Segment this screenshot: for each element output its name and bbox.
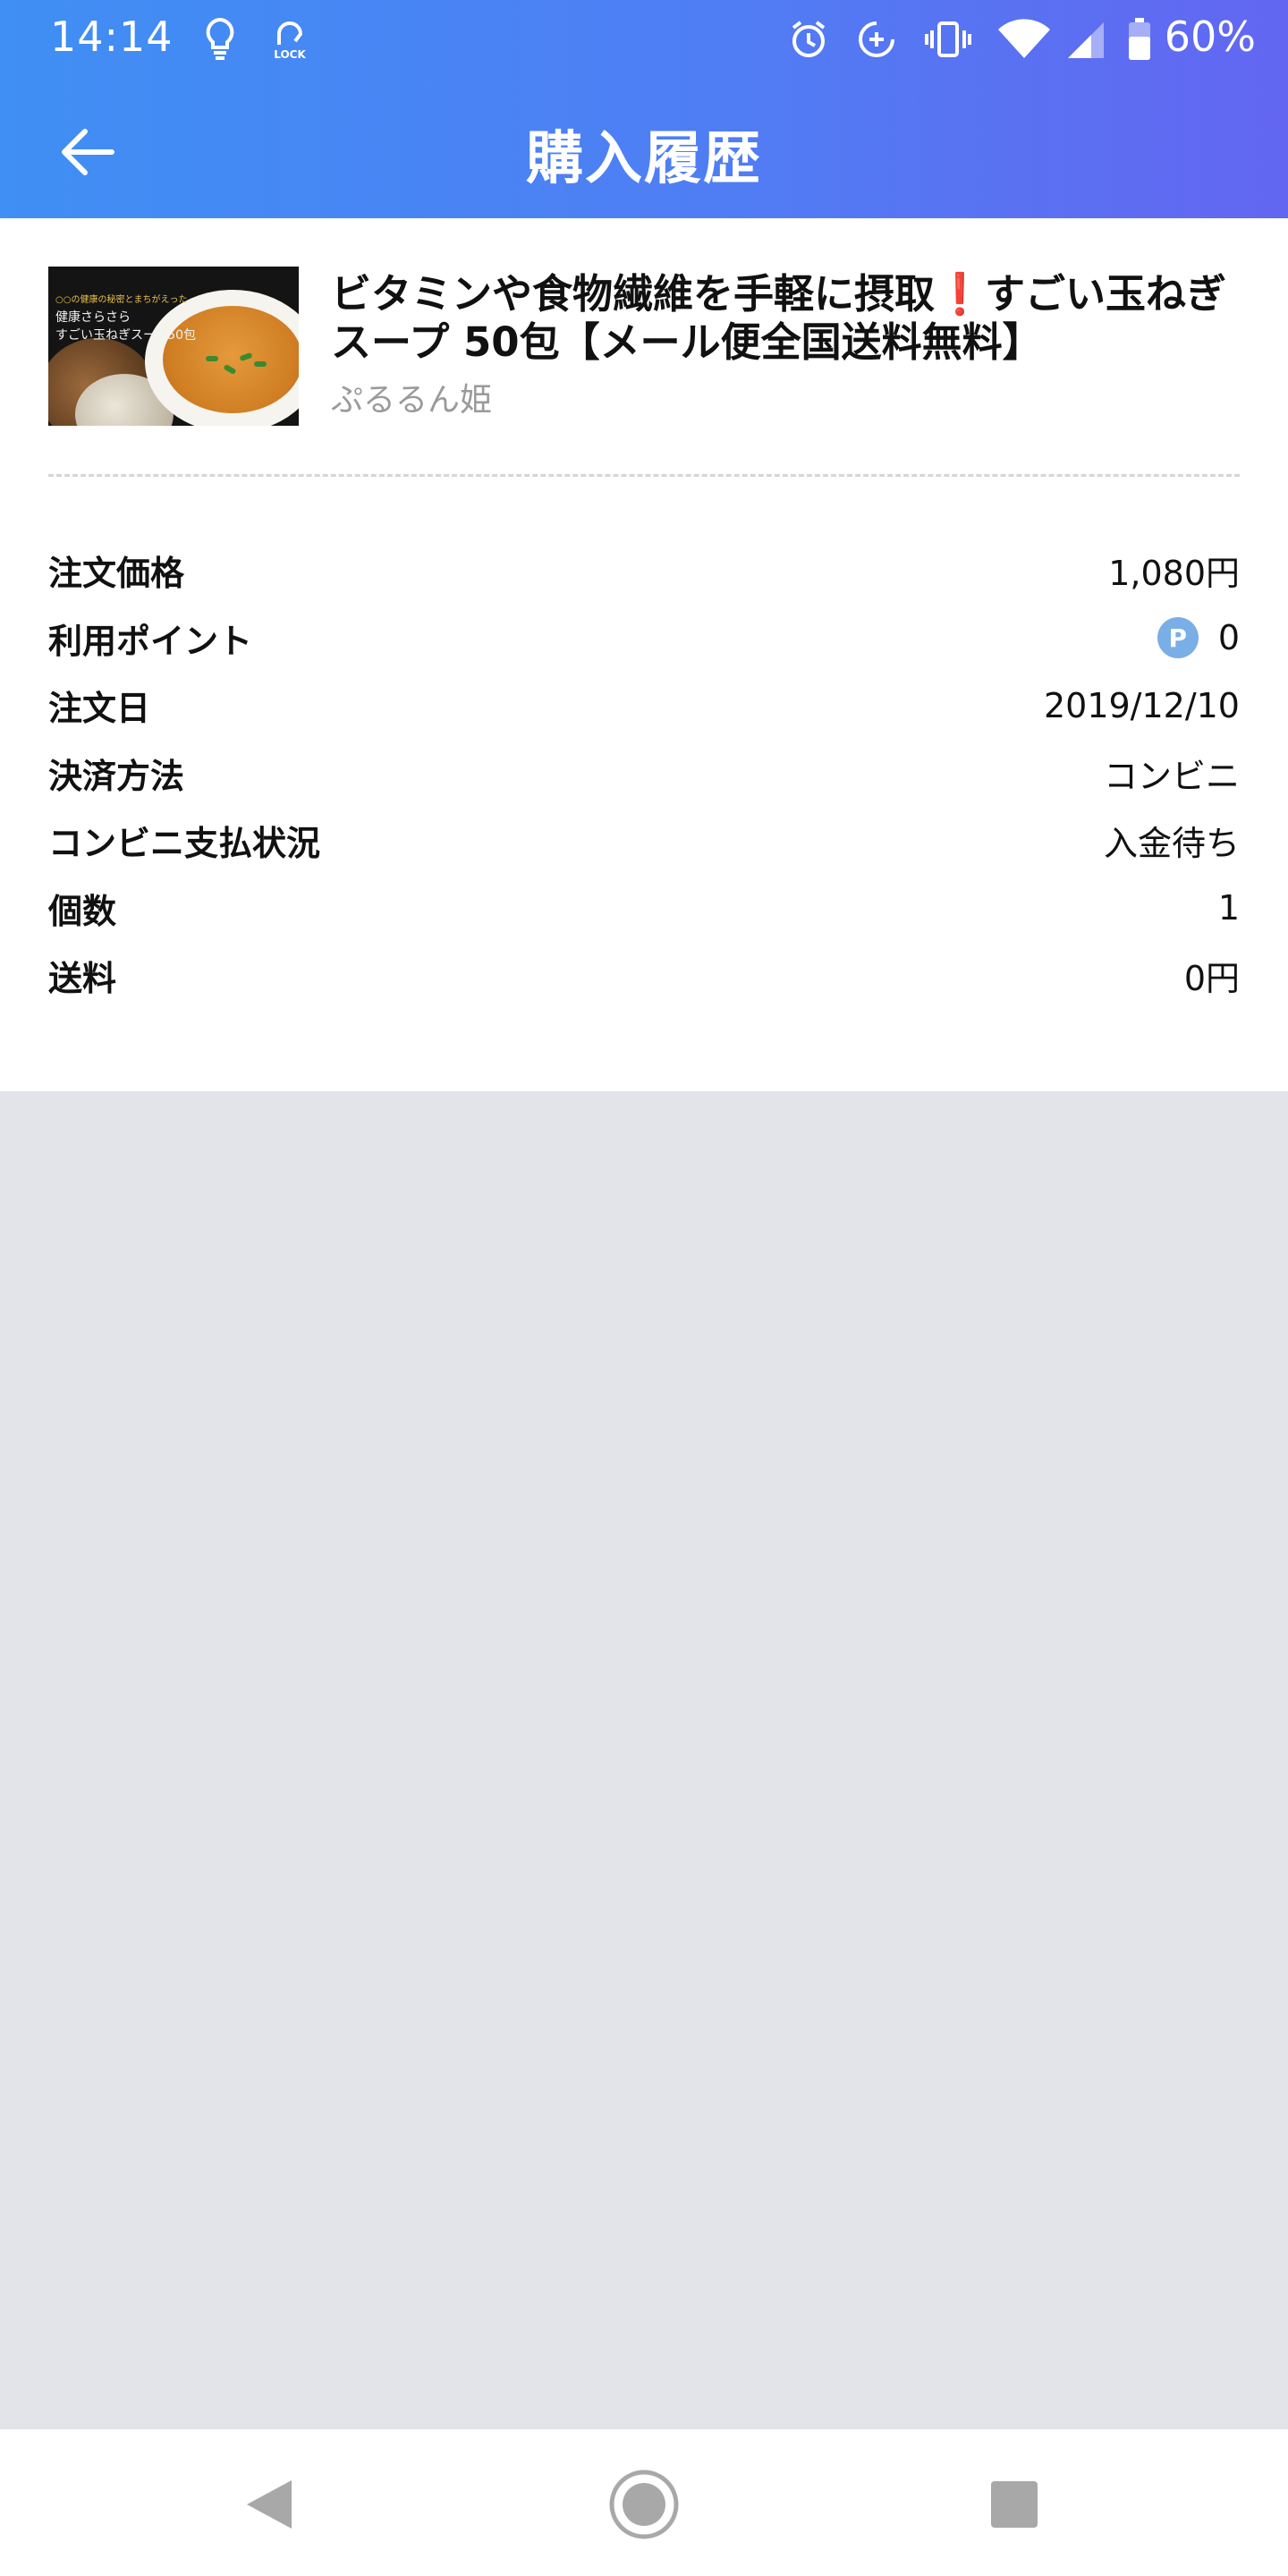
product-title[interactable]: ビタミンや食物繊維を手軽に摂取❗すごい玉ねぎスープ 50包【メール便全国送料無料… [331, 270, 1252, 367]
detail-row-order-price: 注文価格 1,080円 [48, 537, 1240, 605]
product-thumbnail[interactable]: ○○の健康の秘密とまちがえった 健康さらさら すごい玉ねぎスープ50包 [48, 267, 299, 426]
detail-value-wrapper: P 0 [1157, 617, 1240, 659]
back-triangle-icon [247, 2480, 292, 2529]
soup-shape [163, 306, 299, 413]
detail-value: 1 [1217, 888, 1240, 928]
status-bar: 14:14 LOCK 60% [0, 0, 1288, 79]
detail-row-order-date: 注文日 2019/12/10 [48, 672, 1240, 740]
lock-label: LOCK [274, 48, 306, 61]
detail-value: 0 [1217, 618, 1240, 658]
detail-label: 決済方法 [48, 756, 185, 796]
page-title: 購入履歴 [526, 126, 762, 192]
thumbnail-caption-2: 健康さらさら [55, 310, 131, 325]
thumbnail-caption-3: すごい玉ねぎスープ50包 [55, 328, 196, 343]
nav-back-button[interactable] [231, 2467, 306, 2542]
vibrate-icon [919, 14, 977, 64]
thumbnail-caption-1: ○○の健康の秘密とまちがえった [55, 295, 188, 305]
exclamation-icon: ❗ [935, 270, 986, 318]
home-circle-icon [609, 2470, 679, 2539]
detail-label: コンビニ支払状況 [48, 824, 321, 864]
detail-row-quantity: 個数 1 [48, 875, 1240, 943]
app-bar: 購入履歴 [0, 79, 1288, 218]
detail-row-points-used: 利用ポイント P 0 [48, 605, 1240, 673]
detail-value: 1,080円 [1108, 554, 1240, 594]
detail-label: 利用ポイント [48, 621, 253, 661]
detail-value: 入金待ち [1103, 824, 1240, 864]
detail-row-shipping-fee: 送料 0円 [48, 942, 1240, 1010]
herb-shape [254, 361, 267, 367]
order-details: 注文価格 1,080円 利用ポイント P 0 注文日 2019/12/10 決済… [48, 537, 1240, 1010]
status-time: 14:14 [50, 13, 174, 61]
lock-icon: LOCK [261, 14, 318, 64]
dashed-divider [48, 474, 1240, 477]
herb-shape [206, 356, 218, 361]
nav-home-button[interactable] [606, 2467, 682, 2542]
detail-label: 送料 [48, 959, 117, 999]
purchase-detail-card: ○○の健康の秘密とまちがえった 健康さらさら すごい玉ねぎスープ50包 ビタミン… [0, 218, 1288, 1091]
detail-label: 個数 [48, 891, 117, 931]
detail-value: 0円 [1183, 959, 1240, 999]
battery-percentage: 60% [1164, 13, 1256, 61]
battery-icon [1123, 14, 1156, 64]
detail-value: 2019/12/10 [1043, 685, 1240, 725]
product-title-part-1: ビタミンや食物繊維を手軽に摂取 [331, 270, 936, 318]
product-summary[interactable]: ○○の健康の秘密とまちがえった 健康さらさら すごい玉ねぎスープ50包 ビタミン… [48, 267, 1247, 445]
detail-label: 注文価格 [48, 554, 185, 594]
detail-row-payment-status: コンビニ支払状況 入金待ち [48, 807, 1240, 875]
data-saver-icon [852, 14, 902, 64]
detail-label: 注文日 [48, 689, 151, 729]
signal-icon [1063, 14, 1107, 64]
point-icon: P [1157, 617, 1199, 659]
shop-name[interactable]: ぷるるん姫 [331, 374, 492, 420]
navigation-bar [0, 2429, 1288, 2576]
detail-value: コンビニ [1103, 756, 1240, 796]
detail-row-payment-method: 決済方法 コンビニ [48, 740, 1240, 808]
header: 14:14 LOCK 60% 購入履歴 [0, 0, 1288, 218]
nav-recents-button[interactable] [977, 2467, 1052, 2542]
wifi-icon [995, 14, 1054, 64]
alarm-icon [784, 14, 834, 64]
lightbulb-icon [195, 14, 245, 64]
recents-square-icon [991, 2481, 1038, 2528]
